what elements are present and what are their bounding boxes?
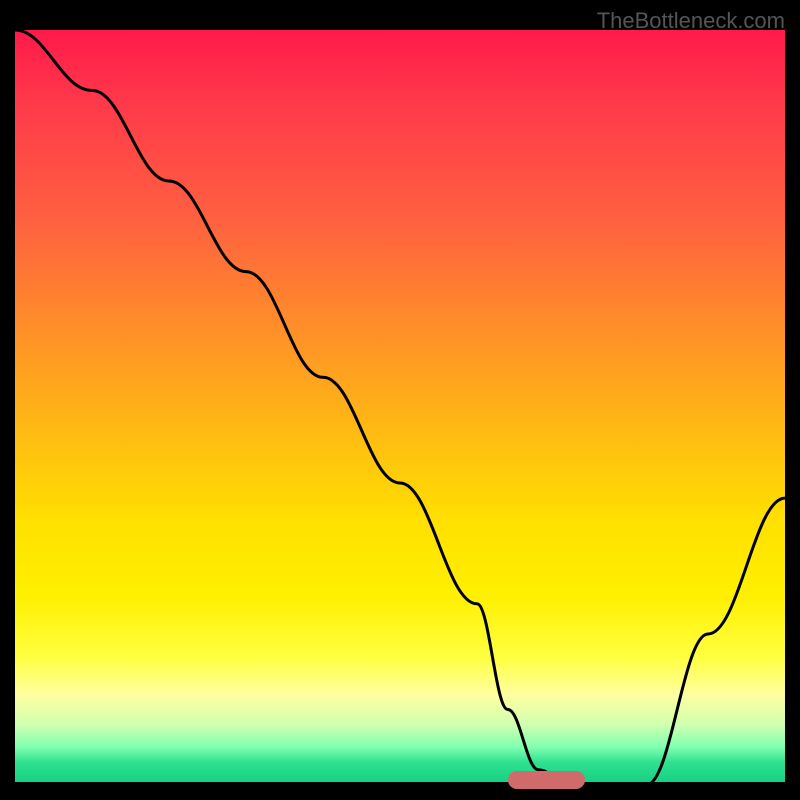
bottleneck-curve-line: [15, 30, 785, 785]
optimal-range-marker: [508, 771, 585, 789]
watermark-text: TheBottleneck.com: [597, 8, 785, 34]
